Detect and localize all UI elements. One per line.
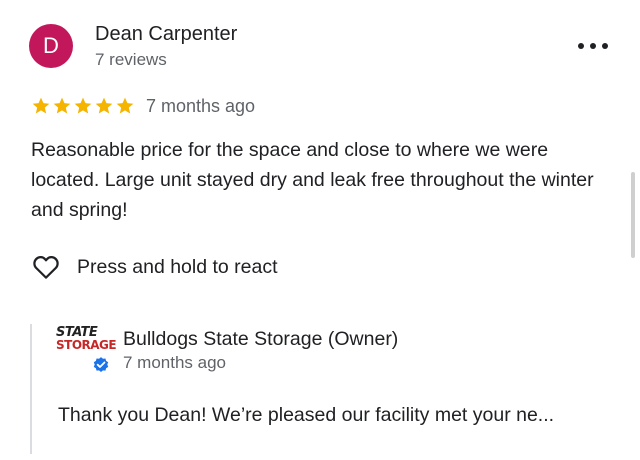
star-icon <box>31 96 51 116</box>
avatar[interactable]: D <box>29 24 73 68</box>
owner-name[interactable]: Bulldogs State Storage (Owner) <box>123 328 398 351</box>
star-icon <box>94 96 114 116</box>
owner-reply-time: 7 months ago <box>123 353 227 372</box>
owner-reply-text[interactable]: Thank you Dean! We’re pleased our facili… <box>58 404 554 427</box>
more-options-button[interactable] <box>578 38 608 54</box>
more-horizontal-icon-dot <box>590 43 596 49</box>
review-text: Reasonable price for the space and close… <box>31 139 594 221</box>
owner-reply-divider <box>30 324 32 454</box>
star-rating <box>31 96 135 116</box>
react-label: Press and hold to react <box>77 255 278 278</box>
react-button[interactable]: Press and hold to react <box>31 252 278 282</box>
reviewer-review-count: 7 reviews <box>95 50 167 69</box>
star-icon <box>52 96 72 116</box>
owner-logo: STATE STORAGE <box>56 326 117 353</box>
more-horizontal-icon-dot <box>578 43 584 49</box>
heart-outline-icon <box>33 256 59 279</box>
owner-logo-text-bottom: STORAGE <box>56 338 117 352</box>
star-icon <box>73 96 93 116</box>
scrollbar[interactable] <box>631 172 635 258</box>
more-horizontal-icon-dot <box>602 43 608 49</box>
review-time: 7 months ago <box>146 96 256 116</box>
star-icon <box>115 96 135 116</box>
reviewer-name[interactable]: Dean Carpenter <box>95 23 237 46</box>
verified-badge-icon <box>93 357 109 372</box>
review-card: D Dean Carpenter 7 reviews 7 months ago … <box>0 0 640 460</box>
avatar-initial: D <box>43 33 59 58</box>
